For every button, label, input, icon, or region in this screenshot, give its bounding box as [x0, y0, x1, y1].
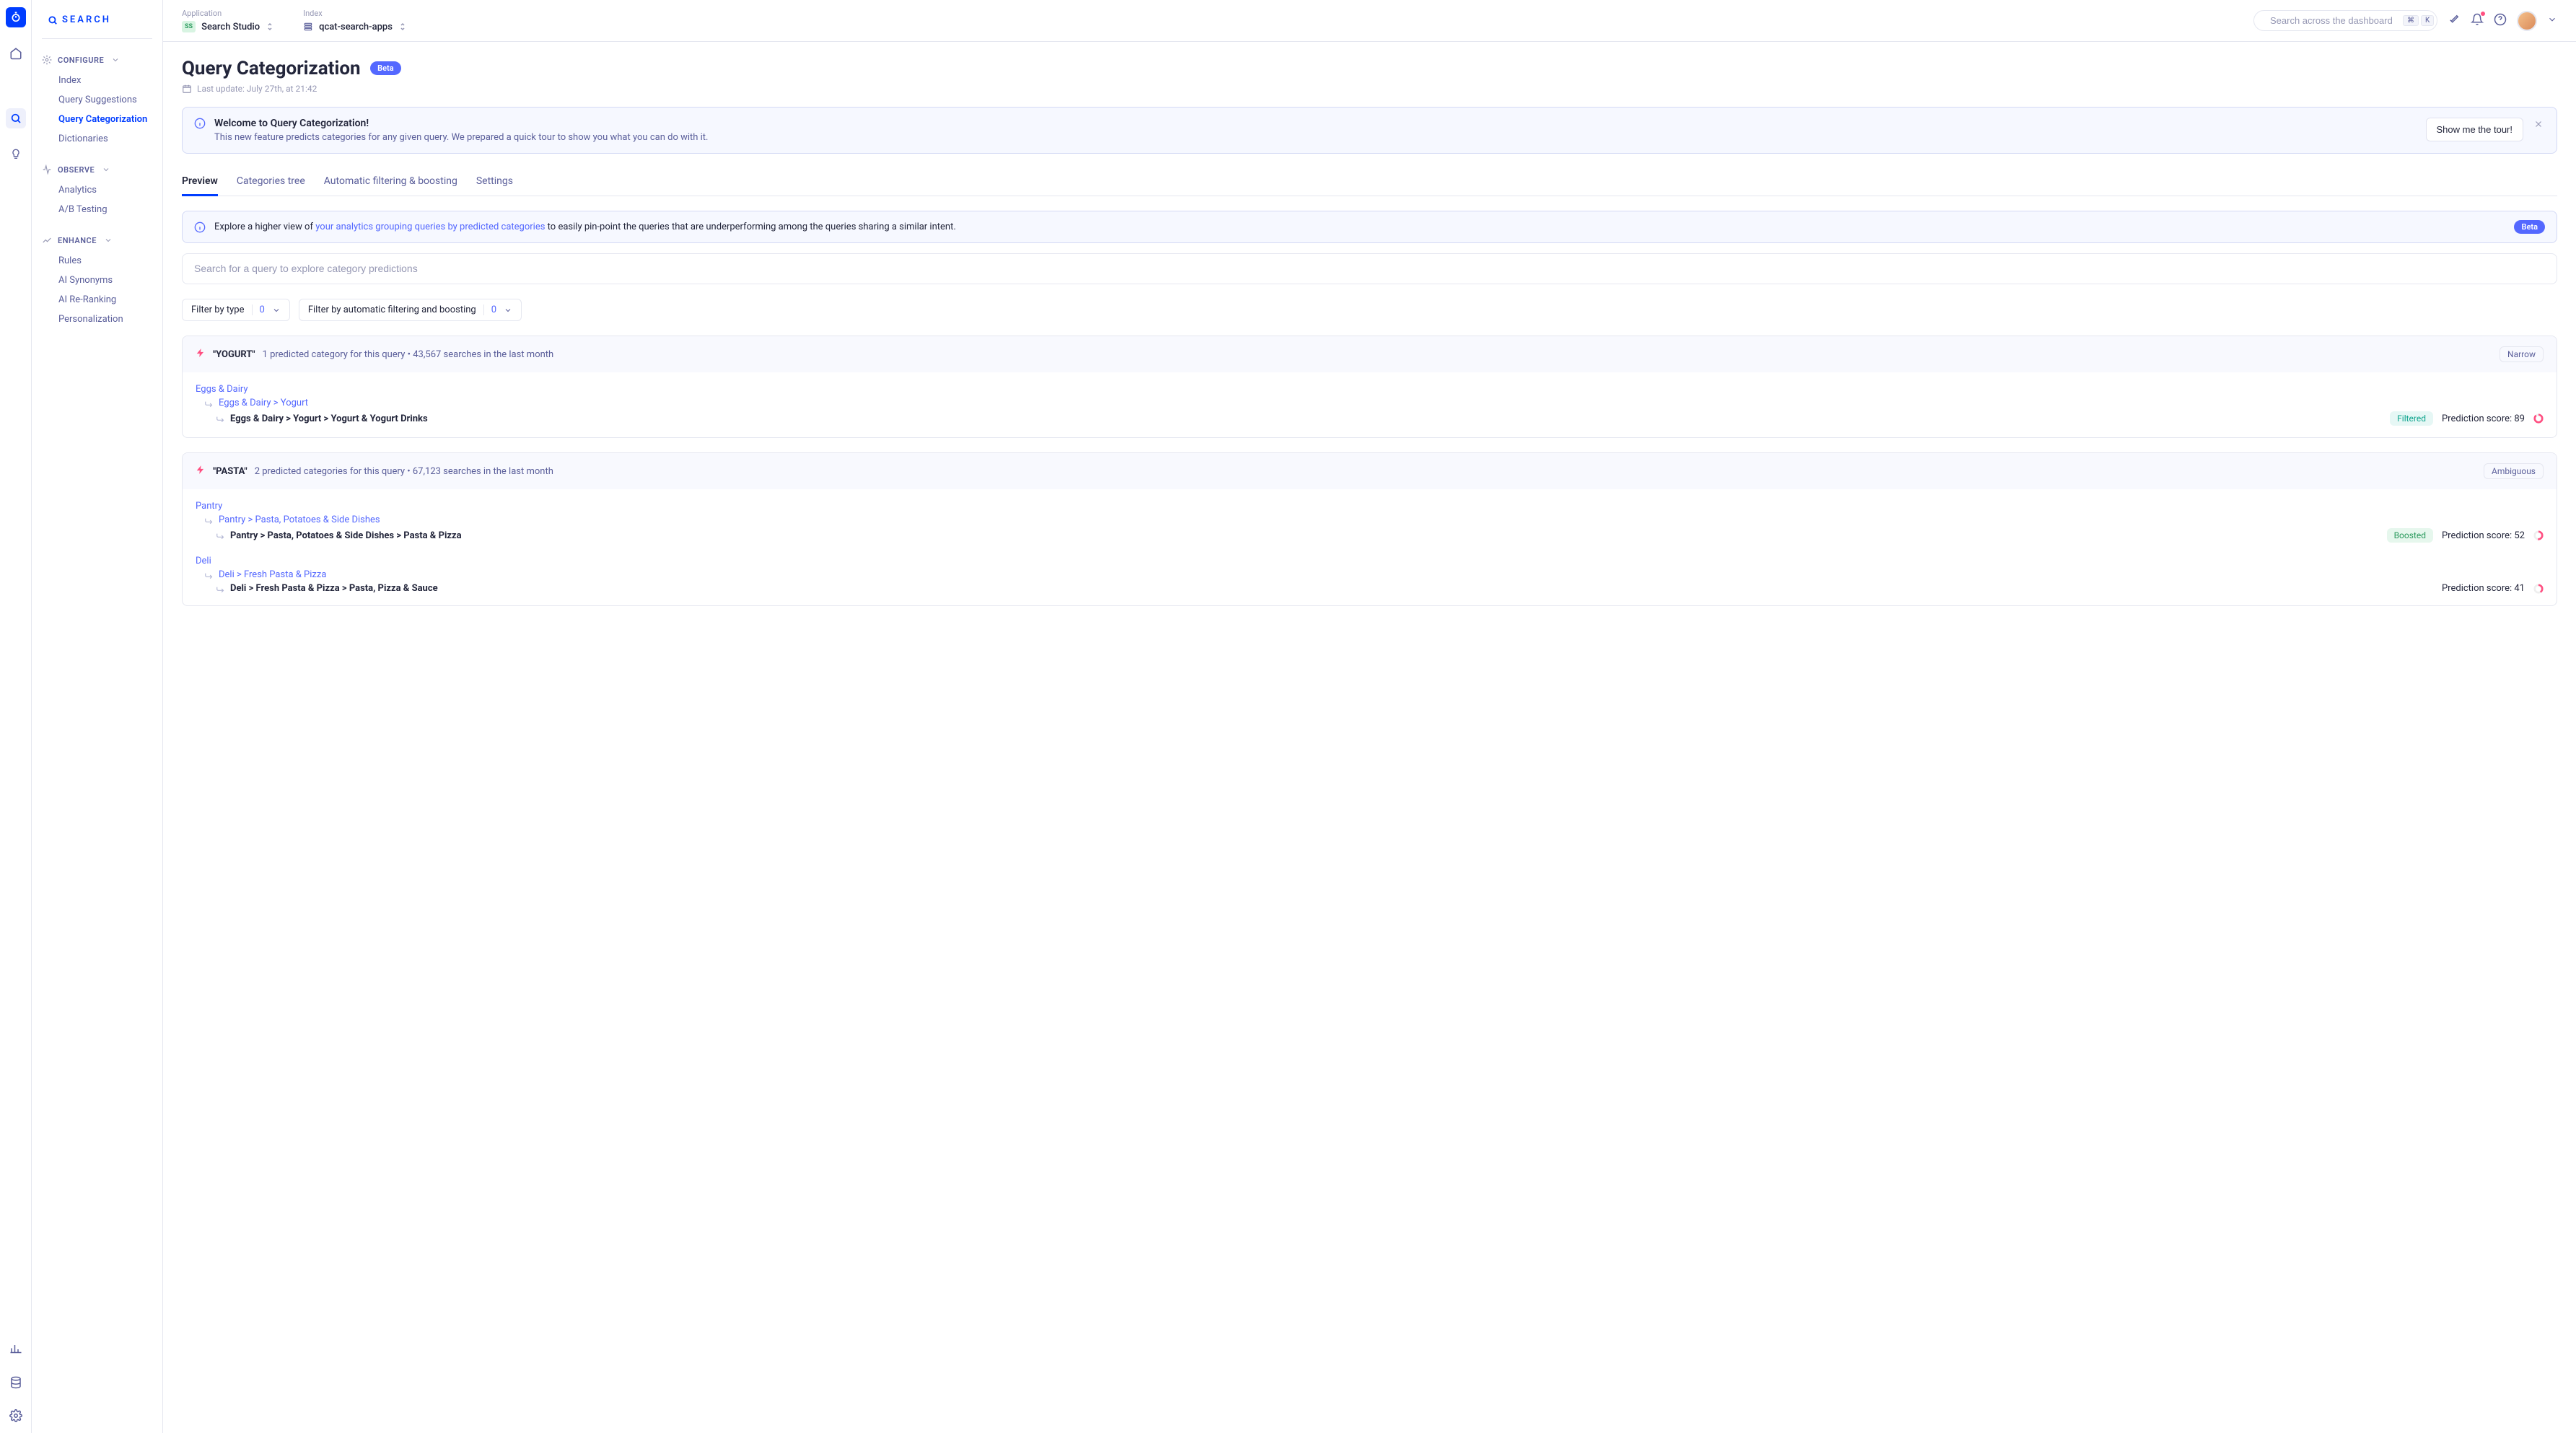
nav-personalization[interactable]: Personalization [42, 310, 152, 329]
prediction-score: Prediction score: 41 [2442, 583, 2525, 594]
tab-preview[interactable]: Preview [182, 168, 218, 196]
home-icon[interactable] [6, 43, 26, 63]
beta-badge: Beta [370, 61, 401, 75]
welcome-banner: Welcome to Query Categorization! This ne… [182, 107, 2557, 154]
status-pill: Filtered [2390, 411, 2433, 426]
bell-icon[interactable] [2471, 13, 2484, 29]
section-observe[interactable]: OBSERVE [42, 159, 152, 180]
banner-text: Explore a higher view of your analytics … [214, 222, 956, 232]
settings-icon[interactable] [6, 1406, 26, 1426]
brand-icon[interactable] [6, 7, 26, 27]
query-search[interactable] [182, 253, 2557, 284]
application-value: Search Studio [201, 22, 260, 32]
query-tag: Ambiguous [2484, 463, 2544, 479]
app-chip: SS [182, 21, 196, 32]
rocket-icon[interactable] [2448, 13, 2461, 29]
bolt-icon [196, 465, 206, 478]
welcome-desc: This new feature predicts categories for… [214, 132, 2417, 143]
data-icon[interactable] [6, 1372, 26, 1393]
index-selector[interactable]: Index qcat-search-apps [303, 9, 407, 32]
tabs: Preview Categories tree Automatic filterin… [182, 168, 2557, 196]
analytics-link[interactable]: your analytics grouping queries by predi… [315, 222, 545, 232]
help-icon[interactable] [2494, 13, 2507, 29]
query-meta: 2 predicted categories for this query • … [255, 466, 553, 477]
sidebar: SEARCH CONFIGUREIndexQuery SuggestionsQu… [32, 0, 163, 1433]
category-l0[interactable]: Eggs & Dairy [196, 384, 2544, 395]
nav-index[interactable]: Index [42, 71, 152, 90]
nav-query-suggestions[interactable]: Query Suggestions [42, 90, 152, 110]
category-l2[interactable]: Deli > Fresh Pasta & Pizza > Pasta, Pizz… [196, 583, 2544, 594]
prediction-score: Prediction score: 52 [2442, 530, 2525, 541]
category-l0[interactable]: Pantry [196, 501, 2544, 512]
avatar[interactable] [2517, 11, 2537, 31]
info-icon [194, 118, 206, 129]
category-l1[interactable]: Pantry > Pasta, Potatoes & Side Dishes [196, 514, 2544, 525]
updown-icon [398, 21, 407, 32]
nav-rules[interactable]: Rules [42, 251, 152, 271]
category-l1[interactable]: Deli > Fresh Pasta & Pizza [196, 569, 2544, 580]
tab-categories-tree[interactable]: Categories tree [237, 168, 305, 196]
last-update: Last update: July 27th, at 21:42 [182, 84, 2557, 94]
page-title: Query Categorization [182, 58, 361, 79]
section-enhance[interactable]: ENHANCE [42, 229, 152, 251]
logo[interactable]: SEARCH [42, 14, 152, 39]
calendar-icon [182, 84, 192, 94]
search-app-icon[interactable] [6, 108, 26, 128]
nav-analytics[interactable]: Analytics [42, 180, 152, 200]
topbar: Application SS Search Studio Index qcat-… [163, 0, 2576, 42]
nav-a-b-testing[interactable]: A/B Testing [42, 200, 152, 219]
nav-ai-re-ranking[interactable]: AI Re-Ranking [42, 290, 152, 310]
query-search-input[interactable] [194, 263, 2545, 274]
chevron-down-icon [272, 306, 281, 315]
logo-text: SEARCH [62, 14, 111, 25]
query-meta: 1 predicted category for this query • 43… [263, 349, 554, 360]
index-label: Index [303, 9, 407, 18]
prediction-score: Prediction score: 89 [2442, 413, 2525, 424]
query-card: "YOGURT" 1 predicted category for this q… [182, 336, 2557, 438]
category-l0[interactable]: Deli [196, 556, 2544, 566]
close-icon[interactable] [2532, 118, 2545, 133]
category-l2[interactable]: Pantry > Pasta, Potatoes & Side Dishes >… [196, 528, 2544, 543]
search-input[interactable] [2270, 15, 2397, 26]
status-pill: Boosted [2387, 528, 2433, 543]
kbd-hint: ⌘K [2403, 15, 2434, 26]
tab-automatic-filtering-boosting[interactable]: Automatic filtering & boosting [324, 168, 457, 196]
analytics-icon[interactable] [6, 1339, 26, 1359]
main: Application SS Search Studio Index qcat-… [163, 0, 2576, 1433]
section-configure[interactable]: CONFIGURE [42, 49, 152, 71]
account-chevron-icon[interactable] [2547, 14, 2557, 27]
tour-button[interactable]: Show me the tour! [2426, 118, 2524, 141]
category-l1[interactable]: Eggs & Dairy > Yogurt [196, 398, 2544, 408]
nav-dictionaries[interactable]: Dictionaries [42, 129, 152, 149]
beta-badge: Beta [2514, 220, 2545, 234]
query-card: "PASTA" 2 predicted categories for this … [182, 452, 2557, 606]
welcome-title: Welcome to Query Categorization! [214, 118, 2417, 129]
filter-by-auto[interactable]: Filter by automatic filtering and boosti… [299, 299, 522, 321]
bolt-icon [196, 348, 206, 361]
info-icon [194, 222, 206, 233]
nav-query-categorization[interactable]: Query Categorization [42, 110, 152, 129]
filter-by-type[interactable]: Filter by type 0 [182, 299, 290, 321]
chevron-down-icon [504, 306, 512, 315]
index-icon [303, 22, 313, 32]
updown-icon [266, 21, 274, 32]
nav-ai-synonyms[interactable]: AI Synonyms [42, 271, 152, 290]
category-l2[interactable]: Eggs & Dairy > Yogurt > Yogurt & Yogurt … [196, 411, 2544, 426]
application-selector[interactable]: Application SS Search Studio [182, 9, 274, 32]
query-name: "YOGURT" [213, 349, 255, 360]
icon-rail [0, 0, 32, 1433]
tab-settings[interactable]: Settings [476, 168, 513, 196]
global-search[interactable]: ⌘K [2253, 10, 2437, 31]
application-label: Application [182, 9, 274, 18]
query-name: "PASTA" [213, 466, 247, 477]
query-tag: Narrow [2500, 346, 2544, 362]
recommend-icon[interactable] [6, 144, 26, 165]
analytics-banner: Explore a higher view of your analytics … [182, 211, 2557, 243]
index-value: qcat-search-apps [319, 22, 393, 32]
